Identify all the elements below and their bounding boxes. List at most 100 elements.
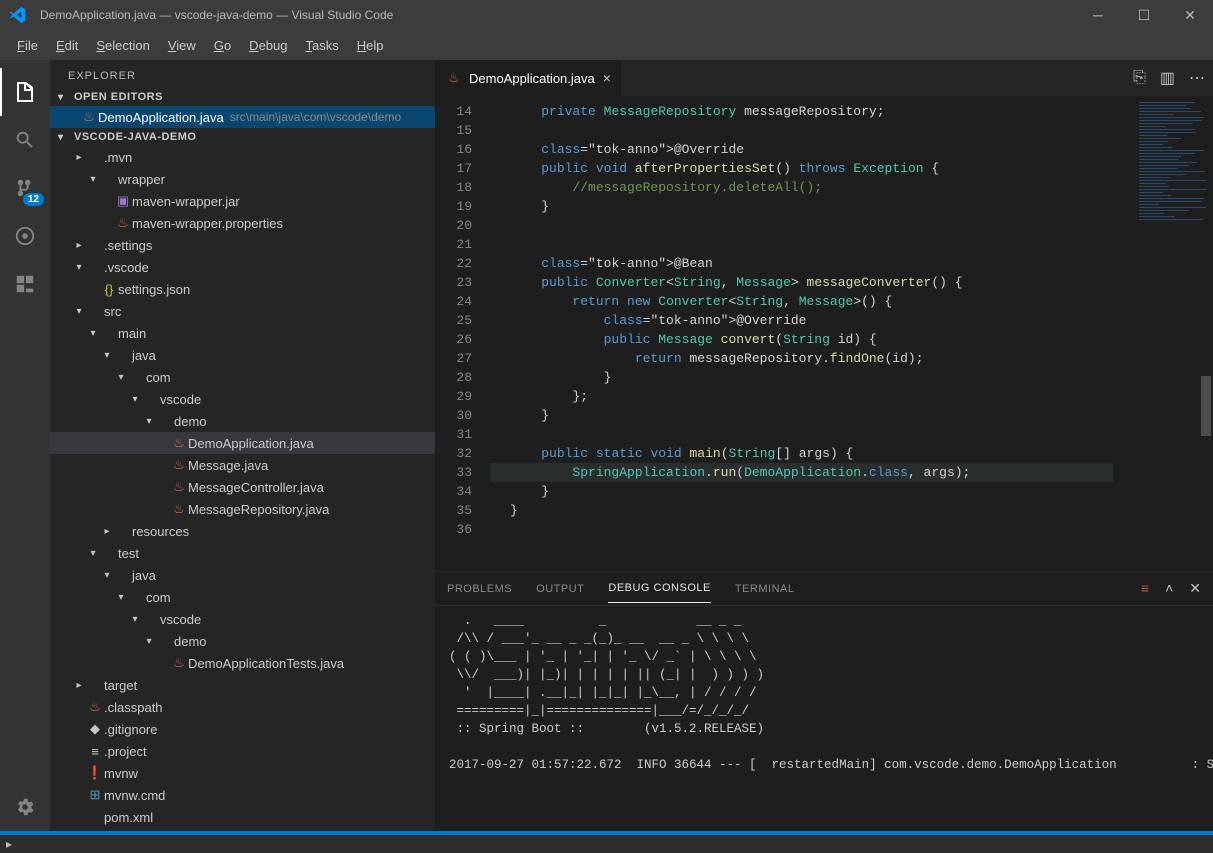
more-icon[interactable]: ⋯ bbox=[1189, 68, 1205, 88]
sidebar-explorer: EXPLORER ▾ OPEN EDITORS ♨DemoApplication… bbox=[50, 60, 435, 831]
tree-item[interactable]: ▾java bbox=[50, 344, 435, 366]
java-icon: ♨ bbox=[170, 435, 188, 451]
java-icon: ♨ bbox=[170, 457, 188, 473]
activity-bar: 12 bbox=[0, 60, 50, 831]
debug-console-content[interactable]: . ____ _ __ _ _ /\\ / ___'_ __ _ _(_)_ _… bbox=[435, 606, 1213, 831]
file-tree[interactable]: ▸.mvn▾wrapper▣maven-wrapper.jar♨maven-wr… bbox=[50, 146, 435, 831]
maximize-button[interactable]: ☐ bbox=[1121, 0, 1167, 30]
tree-item[interactable]: ♨MessageController.java bbox=[50, 476, 435, 498]
tree-item[interactable]: ≡.project bbox=[50, 740, 435, 762]
open-editor-item[interactable]: ♨DemoApplication.javasrc\main\java\com\v… bbox=[50, 106, 435, 128]
vscode-logo bbox=[0, 7, 36, 23]
twistie-icon: ▾ bbox=[114, 592, 128, 603]
twistie-icon: ▾ bbox=[142, 636, 156, 647]
twistie-icon: ▾ bbox=[72, 262, 86, 273]
scm-badge: 12 bbox=[23, 193, 44, 206]
tree-item[interactable]: ▸target bbox=[50, 674, 435, 696]
java-icon: ♨ bbox=[445, 70, 463, 86]
tree-item[interactable]: ♨Message.java bbox=[50, 454, 435, 476]
editor-scrollbar[interactable] bbox=[1199, 96, 1213, 571]
workspace-header[interactable]: ▾ VSCODE-JAVA-DEMO bbox=[50, 128, 435, 146]
java-icon: ♨ bbox=[86, 699, 104, 715]
activity-debug[interactable] bbox=[0, 212, 50, 260]
panel-tab-terminal[interactable]: TERMINAL bbox=[735, 575, 795, 603]
java-icon: ♨ bbox=[80, 109, 98, 125]
activity-explorer[interactable] bbox=[0, 68, 50, 116]
window-title: DemoApplication.java — vscode-java-demo … bbox=[36, 8, 1075, 22]
tree-item[interactable]: ♨DemoApplicationTests.java bbox=[50, 652, 435, 674]
menubar: FileEditSelectionViewGoDebugTasksHelp bbox=[0, 30, 1213, 60]
tree-item[interactable]: ▾wrapper bbox=[50, 168, 435, 190]
panel-tab-debug-console[interactable]: DEBUG CONSOLE bbox=[608, 574, 710, 603]
json-icon: {} bbox=[100, 282, 118, 297]
menu-help[interactable]: Help bbox=[348, 38, 393, 53]
tree-item[interactable]: ▾com bbox=[50, 366, 435, 388]
tree-item[interactable]: ⊞mvnw.cmd bbox=[50, 784, 435, 806]
menu-file[interactable]: File bbox=[8, 38, 47, 53]
tree-item[interactable]: {}settings.json bbox=[50, 278, 435, 300]
twistie-icon: ▸ bbox=[72, 152, 86, 163]
activity-scm[interactable]: 12 bbox=[0, 164, 50, 212]
tree-item[interactable]: ▾src bbox=[50, 300, 435, 322]
line-gutter: 1415161718192021222324252627282930313233… bbox=[435, 96, 490, 571]
sidebar-title: EXPLORER bbox=[50, 60, 435, 88]
tree-item[interactable]: ▾vscode bbox=[50, 388, 435, 410]
tree-item[interactable]: ▸.mvn bbox=[50, 146, 435, 168]
java-icon: ♨ bbox=[114, 215, 132, 231]
chevron-down-icon: ▾ bbox=[58, 92, 74, 103]
menu-selection[interactable]: Selection bbox=[87, 38, 158, 53]
tree-item[interactable]: ▣maven-wrapper.jar bbox=[50, 190, 435, 212]
tree-item[interactable]: ♨MessageRepository.java bbox=[50, 498, 435, 520]
activity-settings[interactable] bbox=[0, 783, 50, 831]
tree-item[interactable]: ▾main bbox=[50, 322, 435, 344]
close-icon[interactable]: × bbox=[603, 70, 611, 86]
twistie-icon: ▸ bbox=[72, 240, 86, 251]
twistie-icon: ▾ bbox=[114, 372, 128, 383]
twistie-icon: ▾ bbox=[86, 328, 100, 339]
tree-item[interactable]: ♨.classpath bbox=[50, 696, 435, 718]
compare-icon[interactable]: ⎘ bbox=[1133, 69, 1146, 87]
menu-tasks[interactable]: Tasks bbox=[296, 38, 347, 53]
editor-tabbar: ♨ DemoApplication.java × ⎘ ▥ ⋯ bbox=[435, 60, 1213, 96]
twistie-icon: ▸ bbox=[72, 680, 86, 691]
filter-icon[interactable]: ≡ bbox=[1141, 580, 1149, 597]
tree-item[interactable]: ▾test bbox=[50, 542, 435, 564]
minimize-button[interactable]: ─ bbox=[1075, 0, 1121, 30]
twistie-icon: ▾ bbox=[142, 416, 156, 427]
twistie-icon: ▾ bbox=[86, 548, 100, 559]
tree-item[interactable]: ▾vscode bbox=[50, 608, 435, 630]
panel-close-icon[interactable]: ✕ bbox=[1189, 580, 1201, 597]
tree-item[interactable]: pom.xml bbox=[50, 806, 435, 828]
editor-tab-active[interactable]: ♨ DemoApplication.java × bbox=[435, 60, 622, 96]
panel-tab-problems[interactable]: PROBLEMS bbox=[447, 575, 512, 603]
git-icon: ◆ bbox=[86, 721, 104, 737]
tree-item[interactable]: ▾demo bbox=[50, 630, 435, 652]
red-icon: ❗ bbox=[86, 765, 104, 781]
editor-body[interactable]: 1415161718192021222324252627282930313233… bbox=[435, 96, 1213, 571]
tree-item[interactable]: ▸resources bbox=[50, 520, 435, 542]
tree-item[interactable]: ♨maven-wrapper.properties bbox=[50, 212, 435, 234]
code-content[interactable]: private MessageRepository messageReposit… bbox=[490, 96, 1133, 571]
tree-item[interactable]: ▸.settings bbox=[50, 234, 435, 256]
close-button[interactable]: ✕ bbox=[1167, 0, 1213, 30]
tree-item[interactable]: ❗mvnw bbox=[50, 762, 435, 784]
activity-search[interactable] bbox=[0, 116, 50, 164]
tree-item[interactable]: ▾demo bbox=[50, 410, 435, 432]
tree-item[interactable]: ▾.vscode bbox=[50, 256, 435, 278]
tree-item[interactable]: ▾com bbox=[50, 586, 435, 608]
menu-debug[interactable]: Debug bbox=[240, 38, 296, 53]
panel-tabs: PROBLEMSOUTPUTDEBUG CONSOLETERMINAL ≡ ˄ … bbox=[435, 572, 1213, 606]
split-editor-icon[interactable]: ▥ bbox=[1160, 68, 1175, 88]
twistie-icon: ▾ bbox=[100, 350, 114, 361]
tree-item[interactable]: ♨DemoApplication.java bbox=[50, 432, 435, 454]
open-editors-header[interactable]: ▾ OPEN EDITORS bbox=[50, 88, 435, 106]
java-icon: ♨ bbox=[170, 501, 188, 517]
menu-go[interactable]: Go bbox=[205, 38, 240, 53]
chevron-up-icon[interactable]: ˄ bbox=[1165, 580, 1173, 597]
tree-item[interactable]: ▾java bbox=[50, 564, 435, 586]
activity-extensions[interactable] bbox=[0, 260, 50, 308]
menu-view[interactable]: View bbox=[159, 38, 205, 53]
tree-item[interactable]: ◆.gitignore bbox=[50, 718, 435, 740]
panel-tab-output[interactable]: OUTPUT bbox=[536, 575, 584, 603]
menu-edit[interactable]: Edit bbox=[47, 38, 87, 53]
